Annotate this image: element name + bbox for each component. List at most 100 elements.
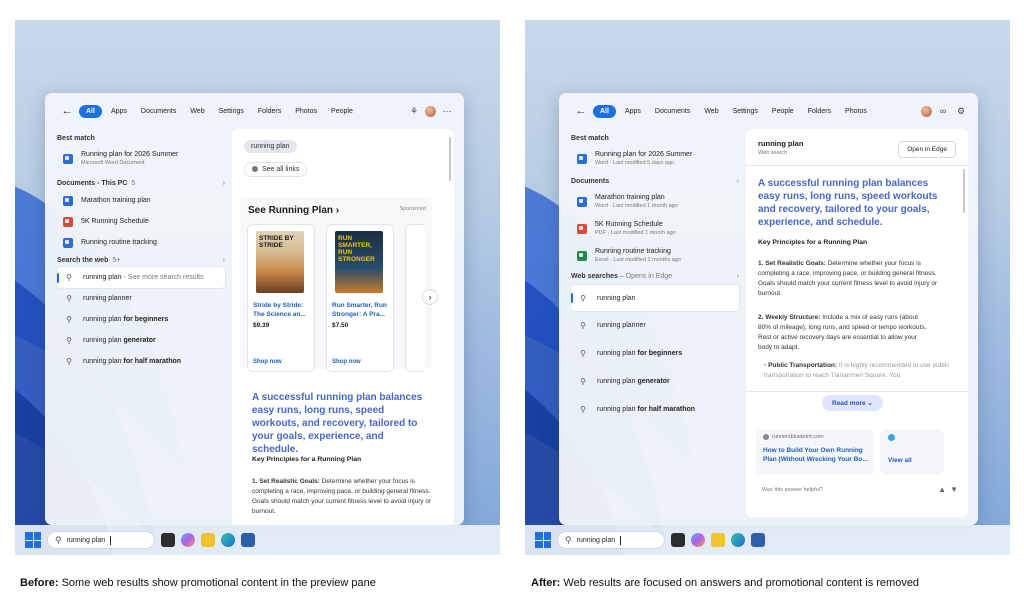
- word-icon: [63, 237, 73, 248]
- see-all-links-button[interactable]: See all links: [244, 159, 308, 177]
- best-match-item[interactable]: Running plan for 2026 Summer Microsoft Wo…: [57, 145, 225, 172]
- trophy-icon[interactable]: ⚘: [407, 106, 421, 117]
- query-chip[interactable]: running plan: [244, 135, 297, 153]
- more-options-icon[interactable]: ⋯: [440, 106, 454, 117]
- document-item[interactable]: Marathon training plan: [57, 190, 225, 211]
- windows-start-icon[interactable]: [535, 532, 551, 548]
- start-search-window: ← All Apps Documents Web Settings Folder…: [45, 93, 464, 525]
- taskbar-search-box[interactable]: ⚲ running plan: [47, 531, 155, 549]
- gear-icon[interactable]: ⚙: [954, 106, 968, 117]
- answer-summary: A successful running plan balances easy …: [252, 392, 423, 455]
- before-caption: Before: Some web results show promotiona…: [20, 577, 376, 589]
- documents-header[interactable]: Documents - This PC 5 ›: [57, 176, 225, 190]
- copilot-icon[interactable]: [691, 533, 705, 547]
- chevron-right-icon[interactable]: ›: [422, 289, 438, 305]
- web-suggestion[interactable]: ⚲ running planner: [57, 288, 225, 309]
- taskbar: ⚲ running plan: [525, 525, 1010, 555]
- product-card[interactable]: STRIDE BY STRIDE Stride by Stride: The S…: [247, 224, 315, 372]
- edge-icon[interactable]: [221, 533, 235, 547]
- filter-people[interactable]: People: [326, 105, 358, 118]
- filter-folders[interactable]: Folders: [253, 105, 286, 118]
- filter-all[interactable]: All: [593, 104, 616, 118]
- thumbs-down-icon[interactable]: ▼: [950, 485, 958, 494]
- scrollbar[interactable]: [449, 137, 451, 181]
- view-all-card[interactable]: View all: [880, 429, 944, 475]
- copilot-icon[interactable]: [181, 533, 195, 547]
- back-arrow-icon[interactable]: ←: [59, 105, 75, 117]
- filter-people[interactable]: People: [767, 105, 799, 118]
- filter-settings[interactable]: Settings: [214, 105, 249, 118]
- preview-pane: running plan See all links See Running P…: [232, 129, 454, 525]
- web-suggestion[interactable]: ⚲ running plan generator: [571, 367, 739, 395]
- product-card[interactable]: RUN SMARTER, RUN STRONGER Run Smarter, R…: [326, 224, 394, 372]
- filter-folders[interactable]: Folders: [803, 105, 836, 118]
- web-suggestion[interactable]: ⚲ running plan generator: [57, 330, 225, 351]
- web-searches-header[interactable]: Web searches – Opens in Edge ›: [571, 269, 739, 283]
- before-screenshot: ← All Apps Documents Web Settings Folder…: [15, 20, 500, 555]
- web-suggestion[interactable]: ⚲ running plan for half marathon: [571, 395, 739, 423]
- principles-header: Key Principles for a Running Plan: [758, 239, 868, 246]
- filter-web[interactable]: Web: [699, 105, 723, 118]
- filter-documents[interactable]: Documents: [136, 105, 181, 118]
- product-price: $7.50: [332, 322, 349, 329]
- product-title[interactable]: Run Smarter, Run Stronger: A Pra...: [332, 301, 392, 319]
- file-explorer-icon[interactable]: [201, 533, 215, 547]
- book-cover-image: STRIDE BY STRIDE: [256, 231, 304, 293]
- thumbs-up-icon[interactable]: ▲: [938, 485, 946, 494]
- filter-photos[interactable]: Photos: [290, 105, 322, 118]
- windows-start-icon[interactable]: [25, 532, 41, 548]
- search-icon: ⚲: [66, 315, 72, 324]
- task-view-icon[interactable]: [671, 533, 685, 547]
- avatar[interactable]: [921, 105, 932, 117]
- shop-now-link[interactable]: Shop now: [332, 359, 361, 365]
- share-icon[interactable]: ∞: [936, 106, 950, 116]
- read-more-button[interactable]: Read more ⌄: [822, 395, 883, 411]
- web-suggestion[interactable]: ⚲ running plan for beginners: [571, 339, 739, 367]
- web-result-selected[interactable]: ⚲ running plan: [571, 285, 739, 311]
- document-item[interactable]: 5K Running Schedule: [57, 211, 225, 232]
- chevron-right-icon: ›: [736, 177, 739, 185]
- chevron-right-icon: ›: [222, 256, 225, 264]
- divider: [746, 391, 968, 392]
- scrollbar[interactable]: [963, 169, 965, 213]
- document-item[interactable]: Running routine tracking Excel · Last mod…: [571, 242, 739, 269]
- document-item[interactable]: Marathon training plan Word · Last modifi…: [571, 188, 739, 215]
- store-icon[interactable]: [751, 533, 765, 547]
- filter-apps[interactable]: Apps: [106, 105, 132, 118]
- web-suggestion[interactable]: ⚲ running planner: [571, 311, 739, 339]
- filter-settings[interactable]: Settings: [728, 105, 763, 118]
- shop-now-link[interactable]: Shop now: [253, 359, 282, 365]
- back-arrow-icon[interactable]: ←: [573, 105, 589, 117]
- filter-all[interactable]: All: [79, 104, 102, 118]
- preview-subtitle: Web search: [758, 150, 788, 156]
- search-web-header[interactable]: Search the web 5+ ›: [57, 253, 225, 267]
- task-view-icon[interactable]: [161, 533, 175, 547]
- preview-pane: running plan Web search Open in Edge A s…: [746, 129, 968, 517]
- web-suggestion[interactable]: ⚲ running plan for beginners: [57, 309, 225, 330]
- word-icon: [63, 153, 73, 164]
- chevron-right-icon: ›: [736, 272, 739, 280]
- product-title[interactable]: Stride by Stride: The Science an...: [253, 301, 313, 319]
- web-result-selected[interactable]: ⚲ running plan - See more search results: [57, 267, 225, 288]
- documents-header[interactable]: Documents ›: [571, 174, 739, 188]
- edge-icon[interactable]: [731, 533, 745, 547]
- taskbar-search-box[interactable]: ⚲ running plan: [557, 531, 665, 549]
- best-match-item[interactable]: Running plan for 2026 Summer Word · Last …: [571, 145, 739, 172]
- source-card[interactable]: runnersblueprint.com How to Build Your O…: [756, 429, 874, 475]
- document-item[interactable]: 5K Running Schedule PDF · Last modified 1…: [571, 215, 739, 242]
- avatar[interactable]: [425, 105, 436, 117]
- filter-web[interactable]: Web: [185, 105, 209, 118]
- filter-apps[interactable]: Apps: [620, 105, 646, 118]
- document-item[interactable]: Running routine tracking: [57, 232, 225, 253]
- preview-title: running plan: [758, 139, 804, 148]
- best-match-title: Running plan for 2026 Summer: [81, 151, 179, 158]
- web-suggestion[interactable]: ⚲ running plan for half marathon: [57, 351, 225, 372]
- filter-documents[interactable]: Documents: [650, 105, 695, 118]
- file-explorer-icon[interactable]: [711, 533, 725, 547]
- search-icon: ⚲: [66, 357, 72, 366]
- filter-photos[interactable]: Photos: [840, 105, 872, 118]
- open-in-edge-button[interactable]: Open in Edge: [898, 141, 956, 158]
- card-title[interactable]: See Running Plan ›: [248, 205, 339, 216]
- principle-paragraph: 2. Weekly Structure: Include a mix of ea…: [758, 314, 927, 351]
- store-icon[interactable]: [241, 533, 255, 547]
